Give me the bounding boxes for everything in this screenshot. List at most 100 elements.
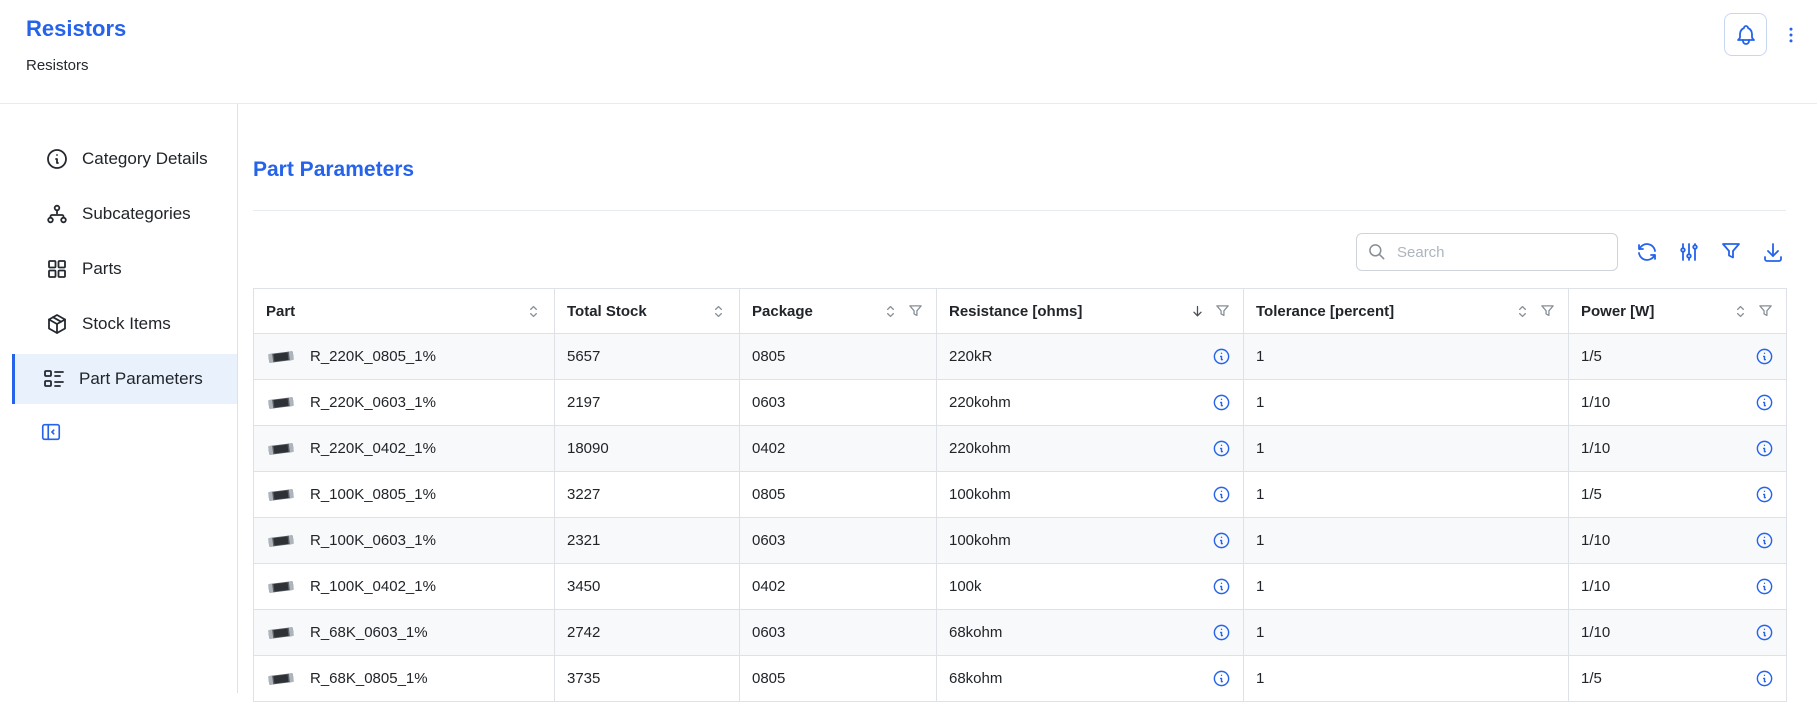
package-value: 0402 [752, 578, 785, 595]
parameter-info-button[interactable] [1755, 485, 1774, 504]
page-header: Resistors Resistors [0, 0, 1817, 104]
part-name[interactable]: R_68K_0603_1% [310, 624, 428, 641]
column-label: Part [266, 303, 295, 320]
list-details-icon [42, 367, 66, 391]
column-label: Package [752, 303, 813, 320]
part-name[interactable]: R_68K_0805_1% [310, 670, 428, 687]
parameter-info-button[interactable] [1212, 531, 1231, 550]
table-row[interactable]: R_100K_0402_1% 3450 0402 100k 1 1/10 [254, 564, 1787, 610]
table-row[interactable]: R_68K_0603_1% 2742 0603 68kohm 1 1/10 [254, 610, 1787, 656]
column-header-resistance[interactable]: Resistance [ohms] [937, 289, 1244, 334]
sidebar-collapse-icon [40, 421, 62, 443]
column-header-power[interactable]: Power [W] [1569, 289, 1787, 334]
sort-icon[interactable] [1732, 303, 1749, 320]
info-circle-icon [1212, 439, 1231, 458]
part-name[interactable]: R_220K_0603_1% [310, 394, 436, 411]
part-name[interactable]: R_100K_0805_1% [310, 486, 436, 503]
column-label: Resistance [ohms] [949, 303, 1082, 320]
table-row[interactable]: R_68K_0805_1% 3735 0805 68kohm 1 1/5 [254, 656, 1787, 702]
parameter-info-button[interactable] [1755, 669, 1774, 688]
parameter-info-button[interactable] [1755, 623, 1774, 642]
breadcrumb-item[interactable]: Resistors [26, 57, 89, 74]
parameter-info-button[interactable] [1755, 393, 1774, 412]
sort-icon[interactable] [525, 303, 542, 320]
breadcrumb[interactable]: Resistors [26, 57, 89, 74]
info-circle-icon [1755, 439, 1774, 458]
overflow-menu-button[interactable] [1780, 17, 1802, 53]
sidebar-item-part-parameters[interactable]: Part Parameters [12, 354, 237, 404]
total-stock-value: 3227 [567, 486, 600, 503]
search-input[interactable] [1395, 243, 1607, 262]
parameter-info-button[interactable] [1212, 577, 1231, 596]
tolerance-value: 1 [1256, 670, 1264, 687]
parameter-info-button[interactable] [1755, 531, 1774, 550]
sidebar-item-label: Part Parameters [79, 369, 203, 389]
info-circle-icon [1212, 669, 1231, 688]
hierarchy-icon [45, 202, 69, 226]
part-thumbnail [266, 531, 296, 551]
parameter-info-button[interactable] [1755, 439, 1774, 458]
sidebar-item-subcategories[interactable]: Subcategories [12, 189, 237, 239]
parameter-info-button[interactable] [1212, 485, 1231, 504]
refresh-icon [1635, 240, 1659, 264]
column-header-package[interactable]: Package [740, 289, 937, 334]
part-name[interactable]: R_100K_0402_1% [310, 578, 436, 595]
tolerance-value: 1 [1256, 348, 1264, 365]
parameter-info-button[interactable] [1755, 347, 1774, 366]
panel-title: Part Parameters [253, 158, 1786, 182]
package-value: 0402 [752, 440, 785, 457]
column-header-total-stock[interactable]: Total Stock [555, 289, 740, 334]
column-filter-icon[interactable] [907, 303, 924, 320]
tolerance-value: 1 [1256, 440, 1264, 457]
part-name[interactable]: R_100K_0603_1% [310, 532, 436, 549]
table-settings-button[interactable] [1676, 239, 1702, 265]
sidebar-item-stock-items[interactable]: Stock Items [12, 299, 237, 349]
parameter-info-button[interactable] [1212, 393, 1231, 412]
sort-icon[interactable] [1514, 303, 1531, 320]
column-filter-icon[interactable] [1757, 303, 1774, 320]
panel-divider [253, 210, 1786, 211]
column-header-tolerance[interactable]: Tolerance [percent] [1244, 289, 1569, 334]
sort-desc-icon[interactable] [1189, 303, 1206, 320]
download-button[interactable] [1760, 239, 1786, 265]
column-filter-icon[interactable] [1214, 303, 1231, 320]
parameter-info-button[interactable] [1212, 623, 1231, 642]
parameter-info-button[interactable] [1755, 577, 1774, 596]
sidebar-item-label: Subcategories [82, 204, 191, 224]
part-name[interactable]: R_220K_0402_1% [310, 440, 436, 457]
sort-icon[interactable] [710, 303, 727, 320]
package-value: 0805 [752, 486, 785, 503]
table-row[interactable]: R_220K_0805_1% 5657 0805 220kR 1 1/5 [254, 334, 1787, 380]
part-thumbnail [266, 347, 296, 367]
parameter-info-button[interactable] [1212, 439, 1231, 458]
info-circle-icon [1212, 485, 1231, 504]
sidebar-item-parts[interactable]: Parts [12, 244, 237, 294]
refresh-button[interactable] [1634, 239, 1660, 265]
parameter-info-button[interactable] [1212, 669, 1231, 688]
table-row[interactable]: R_100K_0805_1% 3227 0805 100kohm 1 1/5 [254, 472, 1787, 518]
search-box [1356, 233, 1618, 271]
filter-button[interactable] [1718, 239, 1744, 265]
parameter-info-button[interactable] [1212, 347, 1231, 366]
table-row[interactable]: R_220K_0603_1% 2197 0603 220kohm 1 1/10 [254, 380, 1787, 426]
sidebar-collapse-button[interactable] [40, 421, 62, 443]
column-header-part[interactable]: Part [254, 289, 555, 334]
table-body: R_220K_0805_1% 5657 0805 220kR 1 1/5 [254, 334, 1787, 702]
package-icon [45, 312, 69, 336]
total-stock-value: 3450 [567, 578, 600, 595]
column-filter-icon[interactable] [1539, 303, 1556, 320]
adjustments-icon [1677, 240, 1701, 264]
filter-icon [1719, 240, 1743, 264]
table-row[interactable]: R_100K_0603_1% 2321 0603 100kohm 1 1/10 [254, 518, 1787, 564]
info-circle-icon [1755, 669, 1774, 688]
resistance-value: 100k [949, 578, 982, 595]
notifications-button[interactable] [1724, 13, 1767, 56]
part-thumbnail [266, 393, 296, 413]
info-circle-icon [1755, 393, 1774, 412]
table-row[interactable]: R_220K_0402_1% 18090 0402 220kohm 1 1/10 [254, 426, 1787, 472]
sort-icon[interactable] [882, 303, 899, 320]
tolerance-value: 1 [1256, 532, 1264, 549]
sidebar-item-category-details[interactable]: Category Details [12, 134, 237, 184]
main-panel: Part Parameters [238, 104, 1817, 693]
part-name[interactable]: R_220K_0805_1% [310, 348, 436, 365]
